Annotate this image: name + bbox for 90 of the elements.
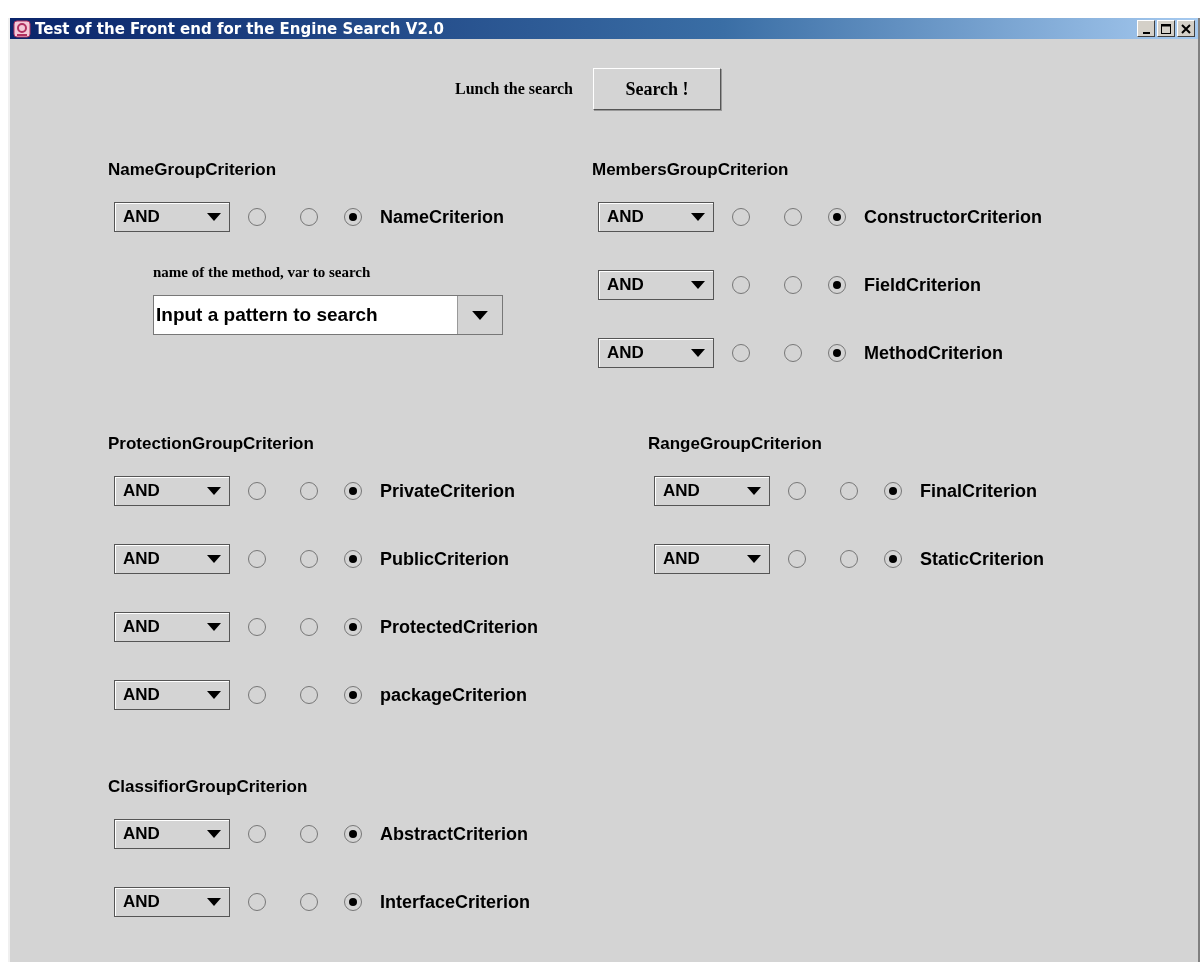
radio-button[interactable] <box>300 618 318 636</box>
operator-dropdown[interactable]: AND <box>114 612 230 642</box>
criterion-label: InterfaceCriterion <box>380 891 531 913</box>
pattern-combo-box[interactable]: Input a pattern to search <box>153 295 503 335</box>
criterion-label: MethodCriterion <box>864 342 1003 364</box>
caret-icon <box>691 281 705 289</box>
radio-button[interactable] <box>828 276 846 294</box>
group-title: MembersGroupCriterion <box>592 159 790 181</box>
operator-dropdown[interactable]: AND <box>114 887 230 917</box>
radio-button[interactable] <box>300 825 318 843</box>
criterion-label: PublicCriterion <box>380 548 509 570</box>
close-icon <box>1181 23 1191 34</box>
app-icon <box>13 19 31 38</box>
operator-dropdown[interactable]: AND <box>114 476 230 506</box>
radio-button[interactable] <box>248 686 266 704</box>
radio-button[interactable] <box>828 344 846 362</box>
search-button[interactable]: Search ! <box>592 68 721 110</box>
criterion-label: FieldCriterion <box>864 274 981 296</box>
criterion-label: AbstractCriterion <box>380 823 529 845</box>
caret-icon <box>207 487 221 495</box>
caret-icon <box>207 623 221 631</box>
radio-button[interactable] <box>884 550 902 568</box>
radio-button[interactable] <box>300 893 318 911</box>
maximize-button[interactable] <box>1157 20 1175 37</box>
radio-button[interactable] <box>840 550 858 568</box>
caret-icon <box>207 555 221 563</box>
criterion-label: ProtectedCriterion <box>380 616 539 638</box>
operator-dropdown[interactable]: AND <box>598 270 714 300</box>
radio-button[interactable] <box>248 550 266 568</box>
radio-button[interactable] <box>248 482 266 500</box>
operator-dropdown[interactable]: AND <box>114 680 230 710</box>
radio-button[interactable] <box>840 482 858 500</box>
radio-button[interactable] <box>344 482 362 500</box>
criterion-label: FinalCriterion <box>920 480 1037 502</box>
window-title: Test of the Front end for the Engine Search V2.0 <box>35 19 444 38</box>
radio-button[interactable] <box>344 208 362 226</box>
radio-button[interactable] <box>248 825 266 843</box>
caret-icon <box>472 310 488 320</box>
radio-button[interactable] <box>784 276 802 294</box>
search-label: Lunch the search <box>455 80 573 98</box>
radio-button[interactable] <box>300 550 318 568</box>
radio-button[interactable] <box>732 208 750 226</box>
radio-button[interactable] <box>784 344 802 362</box>
criterion-label: packageCriterion <box>380 684 528 706</box>
criterion-label: PrivateCriterion <box>380 480 516 502</box>
radio-button[interactable] <box>732 276 750 294</box>
radio-button[interactable] <box>248 893 266 911</box>
maximize-icon <box>1161 23 1171 34</box>
radio-button[interactable] <box>344 825 362 843</box>
radio-button[interactable] <box>344 893 362 911</box>
caret-icon <box>691 213 705 221</box>
radio-button[interactable] <box>344 618 362 636</box>
operator-dropdown[interactable]: AND <box>114 819 230 849</box>
operator-dropdown[interactable]: AND <box>598 202 714 232</box>
group-title: ClassifiorGroupCriterion <box>108 776 309 798</box>
radio-button[interactable] <box>248 618 266 636</box>
caret-icon <box>207 691 221 699</box>
caret-icon <box>747 487 761 495</box>
radio-button[interactable] <box>344 686 362 704</box>
close-button[interactable] <box>1177 20 1195 37</box>
minimize-icon <box>1142 31 1150 34</box>
radio-button[interactable] <box>300 208 318 226</box>
caret-icon <box>207 213 221 221</box>
caret-icon <box>747 555 761 563</box>
caret-icon <box>207 830 221 838</box>
operator-dropdown[interactable]: AND <box>114 202 230 232</box>
caret-icon <box>691 349 705 357</box>
radio-button[interactable] <box>300 686 318 704</box>
group-title: RangeGroupCriterion <box>648 433 823 455</box>
radio-button[interactable] <box>828 208 846 226</box>
group-title: NameGroupCriterion <box>108 159 278 181</box>
group-title: ProtectionGroupCriterion <box>108 433 315 455</box>
radio-button[interactable] <box>784 208 802 226</box>
radio-button[interactable] <box>248 208 266 226</box>
criterion-label: NameCriterion <box>380 206 505 228</box>
radio-button[interactable] <box>884 482 902 500</box>
radio-button[interactable] <box>788 482 806 500</box>
radio-button[interactable] <box>300 482 318 500</box>
pattern-label: name of the method, var to search <box>153 264 372 281</box>
minimize-button[interactable] <box>1137 20 1155 37</box>
caret-icon <box>207 898 221 906</box>
criterion-label: ConstructorCriterion <box>864 206 1042 228</box>
radio-button[interactable] <box>344 550 362 568</box>
operator-dropdown[interactable]: AND <box>654 544 770 574</box>
radio-button[interactable] <box>788 550 806 568</box>
radio-button[interactable] <box>732 344 750 362</box>
operator-dropdown[interactable]: AND <box>598 338 714 368</box>
operator-dropdown[interactable]: AND <box>654 476 770 506</box>
operator-dropdown[interactable]: AND <box>114 544 230 574</box>
criterion-label: StaticCriterion <box>920 548 1045 570</box>
